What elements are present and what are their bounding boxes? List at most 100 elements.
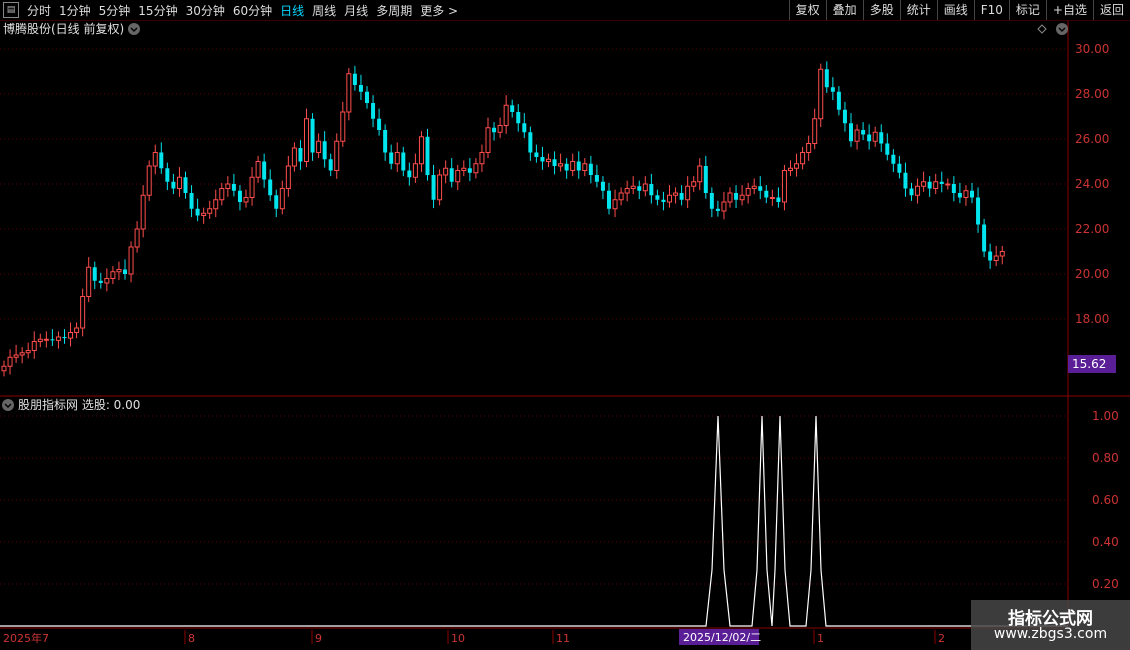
candle-body <box>715 208 720 211</box>
candle-body <box>407 170 412 178</box>
candle-body <box>897 163 902 173</box>
candle-body <box>55 336 61 341</box>
candle-body <box>758 186 763 191</box>
candle-body <box>970 190 974 198</box>
price-grid <box>0 48 1068 320</box>
candle-body <box>425 136 430 175</box>
candle-body <box>769 197 775 199</box>
candle-body <box>13 354 19 358</box>
candle-body <box>867 134 872 142</box>
price-tick-label: 22.00 <box>1075 222 1109 236</box>
candle-body <box>231 184 236 191</box>
candle-body <box>328 159 333 171</box>
candle-body <box>274 195 279 209</box>
indicator-tick-label: 0.60 <box>1092 493 1119 507</box>
chart-area[interactable]: 30.00 28.00 26.00 24.00 22.00 20.00 18.0… <box>0 0 1130 650</box>
candle-body <box>298 148 303 162</box>
candle-body <box>818 68 824 120</box>
candle-body <box>594 175 599 182</box>
candle-body <box>849 123 853 142</box>
candle-body <box>352 73 357 85</box>
candle-body <box>389 152 394 164</box>
candle-body <box>879 132 884 144</box>
candle-body <box>123 269 127 274</box>
candle-body <box>534 152 539 157</box>
candle-body <box>739 194 745 201</box>
candle-body <box>37 338 43 342</box>
candle-body <box>982 224 987 252</box>
candle-body <box>116 269 122 273</box>
chevron-down-icon[interactable] <box>128 23 140 35</box>
price-tick-label: 20.00 <box>1075 267 1109 281</box>
candle-body <box>467 168 472 173</box>
price-tick-label: 26.00 <box>1075 132 1109 146</box>
candle-body <box>885 143 890 155</box>
candle-body <box>237 190 242 202</box>
candle-body <box>80 296 86 329</box>
chart-menu-icon[interactable] <box>1056 23 1068 35</box>
date-label-feb: 2 <box>938 632 945 645</box>
candle-body <box>546 158 551 162</box>
candle-body <box>951 184 956 193</box>
candle-body <box>110 271 116 279</box>
candle-body <box>304 118 309 162</box>
candle-body <box>764 190 769 198</box>
indicator-collapse-icon[interactable] <box>2 399 14 411</box>
candle-body <box>316 140 322 153</box>
candle-body <box>915 185 921 196</box>
indicator-tick-label: 1.00 <box>1092 409 1119 423</box>
candle-body <box>497 125 503 133</box>
candle-body <box>976 197 981 225</box>
candle-body <box>98 280 103 283</box>
candle-body <box>86 266 92 297</box>
candle-body <box>340 111 346 142</box>
candle-body <box>291 147 297 167</box>
candle-body <box>128 246 134 275</box>
date-label-sep: 9 <box>315 632 322 645</box>
candle-body <box>492 127 497 133</box>
candle-body <box>612 199 618 210</box>
candle-body <box>334 140 340 171</box>
candle-body <box>171 181 176 189</box>
candle-body <box>412 163 418 178</box>
candle-body <box>183 177 188 193</box>
candle-body <box>516 112 521 124</box>
candle-body <box>249 176 255 198</box>
candle-body <box>461 167 467 171</box>
candle-body <box>431 175 436 200</box>
price-tick-label: 30.00 <box>1075 42 1109 56</box>
price-tick-label: 18.00 <box>1075 312 1109 326</box>
candle-body <box>43 338 49 341</box>
candle-body <box>255 161 261 178</box>
indicator-title: 股朋指标网 选股: 0.00 <box>18 397 140 412</box>
indicator-tick-label: 0.40 <box>1092 535 1119 549</box>
candle-body <box>781 170 787 203</box>
price-tick-label: 24.00 <box>1075 177 1109 191</box>
candle-body <box>134 228 140 248</box>
candle-body <box>734 193 739 200</box>
candle-body <box>903 172 908 189</box>
candle-body <box>842 109 847 124</box>
indicator-tick-label: 0.20 <box>1092 577 1119 591</box>
watermark: 指标公式网 www.zbgs3.com <box>971 600 1130 650</box>
date-axis: 2025年7 8 9 10 11 1 2 <box>3 630 945 645</box>
candle-body <box>836 91 841 110</box>
candle-body <box>891 154 896 164</box>
candle-body <box>751 185 757 189</box>
candle-body <box>721 201 727 212</box>
candle-body <box>988 251 993 261</box>
candle-body <box>642 183 648 192</box>
candle-body <box>418 136 424 165</box>
candle-body <box>201 212 207 216</box>
candle-body <box>812 118 818 144</box>
candle-body <box>933 181 939 189</box>
candle-body <box>50 339 55 341</box>
candle-body <box>443 167 449 176</box>
candle-body <box>957 193 962 198</box>
candle-body <box>437 174 443 201</box>
indicator-tick-label: 0.80 <box>1092 451 1119 465</box>
candle-body <box>146 165 152 196</box>
candle-body <box>225 183 231 189</box>
diamond-icon[interactable] <box>1037 24 1047 34</box>
candle-body <box>921 181 927 187</box>
